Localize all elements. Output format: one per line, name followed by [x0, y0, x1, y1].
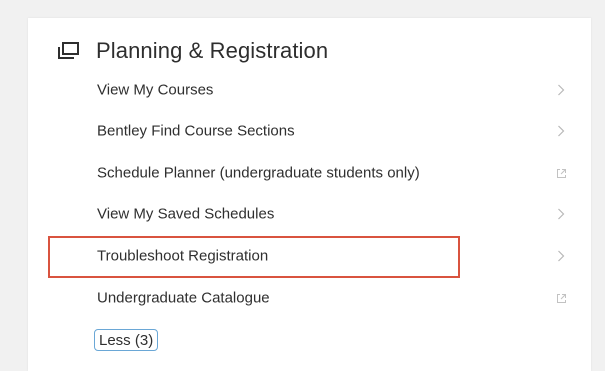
external-link-icon	[555, 167, 567, 179]
menu-item-troubleshoot-registration[interactable]: Troubleshoot Registration	[28, 236, 591, 276]
less-button[interactable]: Less (3)	[94, 329, 159, 351]
section-header: Planning & Registration	[56, 36, 328, 66]
chevron-right-icon	[555, 250, 567, 262]
windows-icon	[56, 39, 80, 63]
chevron-right-icon	[555, 84, 567, 96]
menu-item-label: View My Courses	[97, 81, 214, 99]
planning-registration-card: Planning & Registration View My Courses …	[28, 18, 591, 371]
chevron-right-icon	[555, 125, 567, 137]
menu-item-label: Schedule Planner (undergraduate students…	[97, 164, 420, 182]
menu-item-label: Undergraduate Catalogue	[97, 289, 270, 307]
menu-item-view-saved-schedules[interactable]: View My Saved Schedules	[28, 194, 591, 234]
menu-item-label: Troubleshoot Registration	[97, 247, 269, 265]
menu-item-view-my-courses[interactable]: View My Courses	[28, 70, 591, 110]
menu-item-label: Bentley Find Course Sections	[97, 122, 295, 140]
menu-item-schedule-planner[interactable]: Schedule Planner (undergraduate students…	[28, 153, 591, 193]
menu-item-find-course-sections[interactable]: Bentley Find Course Sections	[28, 111, 591, 151]
menu-item-undergraduate-catalogue[interactable]: Undergraduate Catalogue	[28, 278, 591, 318]
section-title: Planning & Registration	[96, 38, 329, 63]
chevron-right-icon	[555, 208, 567, 220]
external-link-icon	[555, 292, 567, 304]
menu-item-label: View My Saved Schedules	[97, 205, 275, 223]
